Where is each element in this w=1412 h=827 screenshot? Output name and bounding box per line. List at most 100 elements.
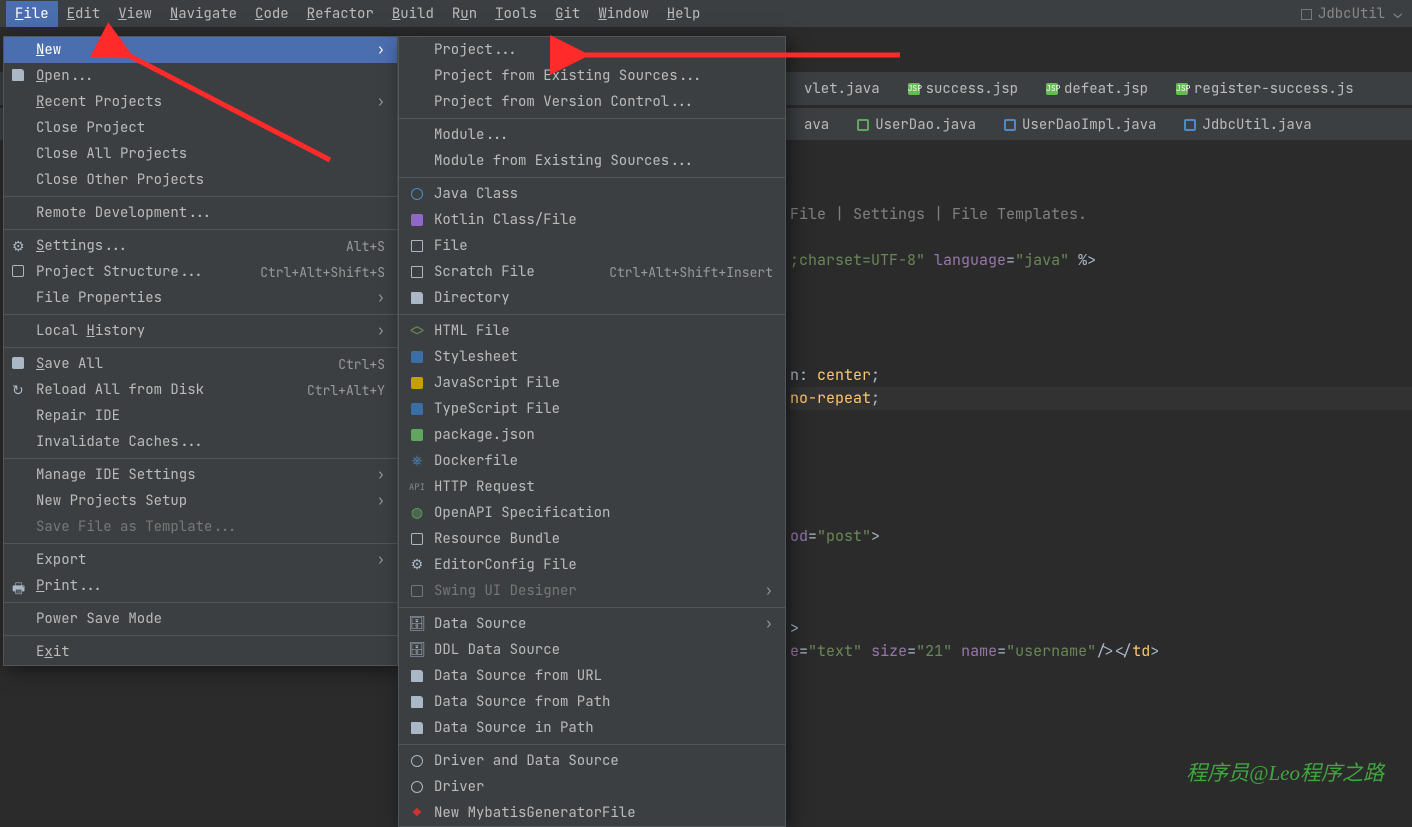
menu-item-label: Print...	[36, 577, 385, 595]
tab[interactable]: JdbcUtil.java	[1170, 110, 1325, 140]
file-icon	[409, 238, 425, 254]
tab[interactable]: vlet.java	[790, 74, 894, 104]
file-menu-item[interactable]: New Projects Setup›	[4, 488, 397, 514]
file-menu-item[interactable]: ⚙Settings...Alt+S	[4, 233, 397, 259]
file-menu-item[interactable]: Project Structure...Ctrl+Alt+Shift+S	[4, 259, 397, 285]
new-menu-item[interactable]: ◍OpenAPI Specification	[399, 500, 785, 526]
menu-item-label: EditorConfig File	[434, 556, 773, 574]
shortcut: Ctrl+S	[338, 356, 385, 373]
menu-item-label: Dockerfile	[434, 452, 773, 470]
menu-item-label: Close All Projects	[36, 145, 385, 163]
file-menu-item[interactable]: File Properties›	[4, 285, 397, 311]
file-menu: New›Open...Recent Projects›Close Project…	[3, 36, 398, 666]
sq-blue-icon	[409, 349, 425, 365]
tab[interactable]: JSP register-success.js	[1162, 74, 1368, 104]
new-menu-item[interactable]: File	[399, 233, 785, 259]
menu-help[interactable]: Help	[658, 1, 710, 27]
new-menu-item[interactable]: Data Source in Path	[399, 715, 785, 741]
menu-build[interactable]: Build	[383, 1, 443, 27]
current-line: no-repeat;	[790, 387, 1412, 410]
file-menu-item[interactable]: Local History›	[4, 318, 397, 344]
menu-item-label: Manage IDE Settings	[36, 466, 369, 484]
new-menu-item[interactable]: Project from Version Control...	[399, 89, 785, 115]
tab[interactable]: ava	[790, 110, 843, 140]
tab[interactable]: UserDao.java	[843, 110, 990, 140]
new-menu-item[interactable]: 🗄DDL Data Source	[399, 637, 785, 663]
new-menu-item[interactable]: JavaScript File	[399, 370, 785, 396]
file-menu-item[interactable]: Power Save Mode	[4, 606, 397, 632]
menu-window[interactable]: Window	[589, 1, 657, 27]
new-menu-item[interactable]: Kotlin Class/File	[399, 207, 785, 233]
tab[interactable]: JSPdefeat.jsp	[1032, 74, 1162, 104]
menu-item-label: Stylesheet	[434, 348, 773, 366]
driver-icon	[409, 753, 425, 769]
file-menu-item[interactable]: New›	[4, 37, 397, 63]
menu-git[interactable]: Git	[546, 1, 589, 27]
reload-icon: ↻	[12, 382, 28, 398]
code-fragment: File | Settings | File Templates.	[790, 204, 1087, 224]
file-menu-item[interactable]: Remote Development...	[4, 200, 397, 226]
menu-navigate[interactable]: Navigate	[161, 1, 246, 27]
menu-item-label: Directory	[434, 289, 773, 307]
new-menu-item[interactable]: Driver and Data Source	[399, 748, 785, 774]
menubar: FileEditViewNavigateCodeRefactorBuildRun…	[0, 0, 1412, 28]
tab-label: register-success.js	[1194, 80, 1354, 98]
menu-item-label: Kotlin Class/File	[434, 211, 773, 229]
new-menu-item[interactable]: package.json	[399, 422, 785, 448]
menu-item-label: Project from Existing Sources...	[434, 67, 773, 85]
file-menu-item[interactable]: Save AllCtrl+S	[4, 351, 397, 377]
file-menu-item[interactable]: Open...	[4, 63, 397, 89]
menu-item-label: Module...	[434, 126, 773, 144]
new-menu-item[interactable]: APIHTTP Request	[399, 474, 785, 500]
new-menu-item[interactable]: <>HTML File	[399, 318, 785, 344]
menu-item-label: Scratch File	[434, 263, 600, 281]
menu-item-label: TypeScript File	[434, 400, 773, 418]
new-menu-item[interactable]: Project...	[399, 37, 785, 63]
new-menu-item[interactable]: ◆New MybatisGeneratorFile	[399, 800, 785, 826]
tab-label: JdbcUtil.java	[1202, 116, 1311, 134]
file-menu-item[interactable]: Recent Projects›	[4, 89, 397, 115]
menu-run[interactable]: Run	[443, 1, 486, 27]
file-menu-item[interactable]: Exit	[4, 639, 397, 665]
menu-code[interactable]: Code	[246, 1, 298, 27]
new-menu-item[interactable]: ⎈ Dockerfile	[399, 448, 785, 474]
menu-item-label: Data Source from Path	[434, 693, 773, 711]
file-menu-item[interactable]: Close All Projects	[4, 141, 397, 167]
new-menu-item[interactable]: Stylesheet	[399, 344, 785, 370]
menu-refactor[interactable]: Refactor	[298, 1, 383, 27]
menu-tools[interactable]: Tools	[486, 1, 546, 27]
file-menu-item[interactable]: Repair IDE	[4, 403, 397, 429]
new-menu-item[interactable]: Project from Existing Sources...	[399, 63, 785, 89]
docker-icon: ⎈	[409, 453, 425, 469]
new-menu-item[interactable]: Driver	[399, 774, 785, 800]
menu-edit[interactable]: Edit	[58, 1, 110, 27]
new-menu-item[interactable]: Scratch FileCtrl+Alt+Shift+Insert	[399, 259, 785, 285]
new-menu-item[interactable]: Resource Bundle	[399, 526, 785, 552]
active-file-dropdown[interactable]: JdbcUtil	[1318, 5, 1402, 23]
file-menu-item[interactable]: 🖶Print...	[4, 573, 397, 599]
new-menu-item[interactable]: 🗄Data Source›	[399, 611, 785, 637]
file-menu-item[interactable]: Export›	[4, 547, 397, 573]
new-menu-item[interactable]: Module from Existing Sources...	[399, 148, 785, 174]
new-menu-item[interactable]: Module...	[399, 122, 785, 148]
file-menu-item[interactable]: Manage IDE Settings›	[4, 462, 397, 488]
jsp-icon: JSP	[1176, 83, 1188, 95]
file-menu-item[interactable]: ↻Reload All from DiskCtrl+Alt+Y	[4, 377, 397, 403]
tab[interactable]: JSPsuccess.jsp	[894, 74, 1032, 104]
menu-view[interactable]: View	[109, 1, 161, 27]
menu-item-label: Project...	[434, 41, 773, 59]
tab[interactable]: UserDaoImpl.java	[990, 110, 1170, 140]
submenu-arrow-icon: ›	[377, 492, 385, 510]
new-menu-item[interactable]: Data Source from Path	[399, 689, 785, 715]
file-menu-item[interactable]: Close Other Projects	[4, 167, 397, 193]
menu-file[interactable]: File	[6, 1, 58, 27]
file-menu-item[interactable]: Invalidate Caches...	[4, 429, 397, 455]
menu-item-label: Exit	[36, 643, 385, 661]
new-menu-item[interactable]: Directory	[399, 285, 785, 311]
menu-item-label: HTML File	[434, 322, 773, 340]
new-menu-item[interactable]: ⚙EditorConfig File	[399, 552, 785, 578]
new-menu-item[interactable]: Data Source from URL	[399, 663, 785, 689]
new-menu-item[interactable]: Java Class	[399, 181, 785, 207]
new-menu-item[interactable]: TypeScript File	[399, 396, 785, 422]
file-menu-item[interactable]: Close Project	[4, 115, 397, 141]
